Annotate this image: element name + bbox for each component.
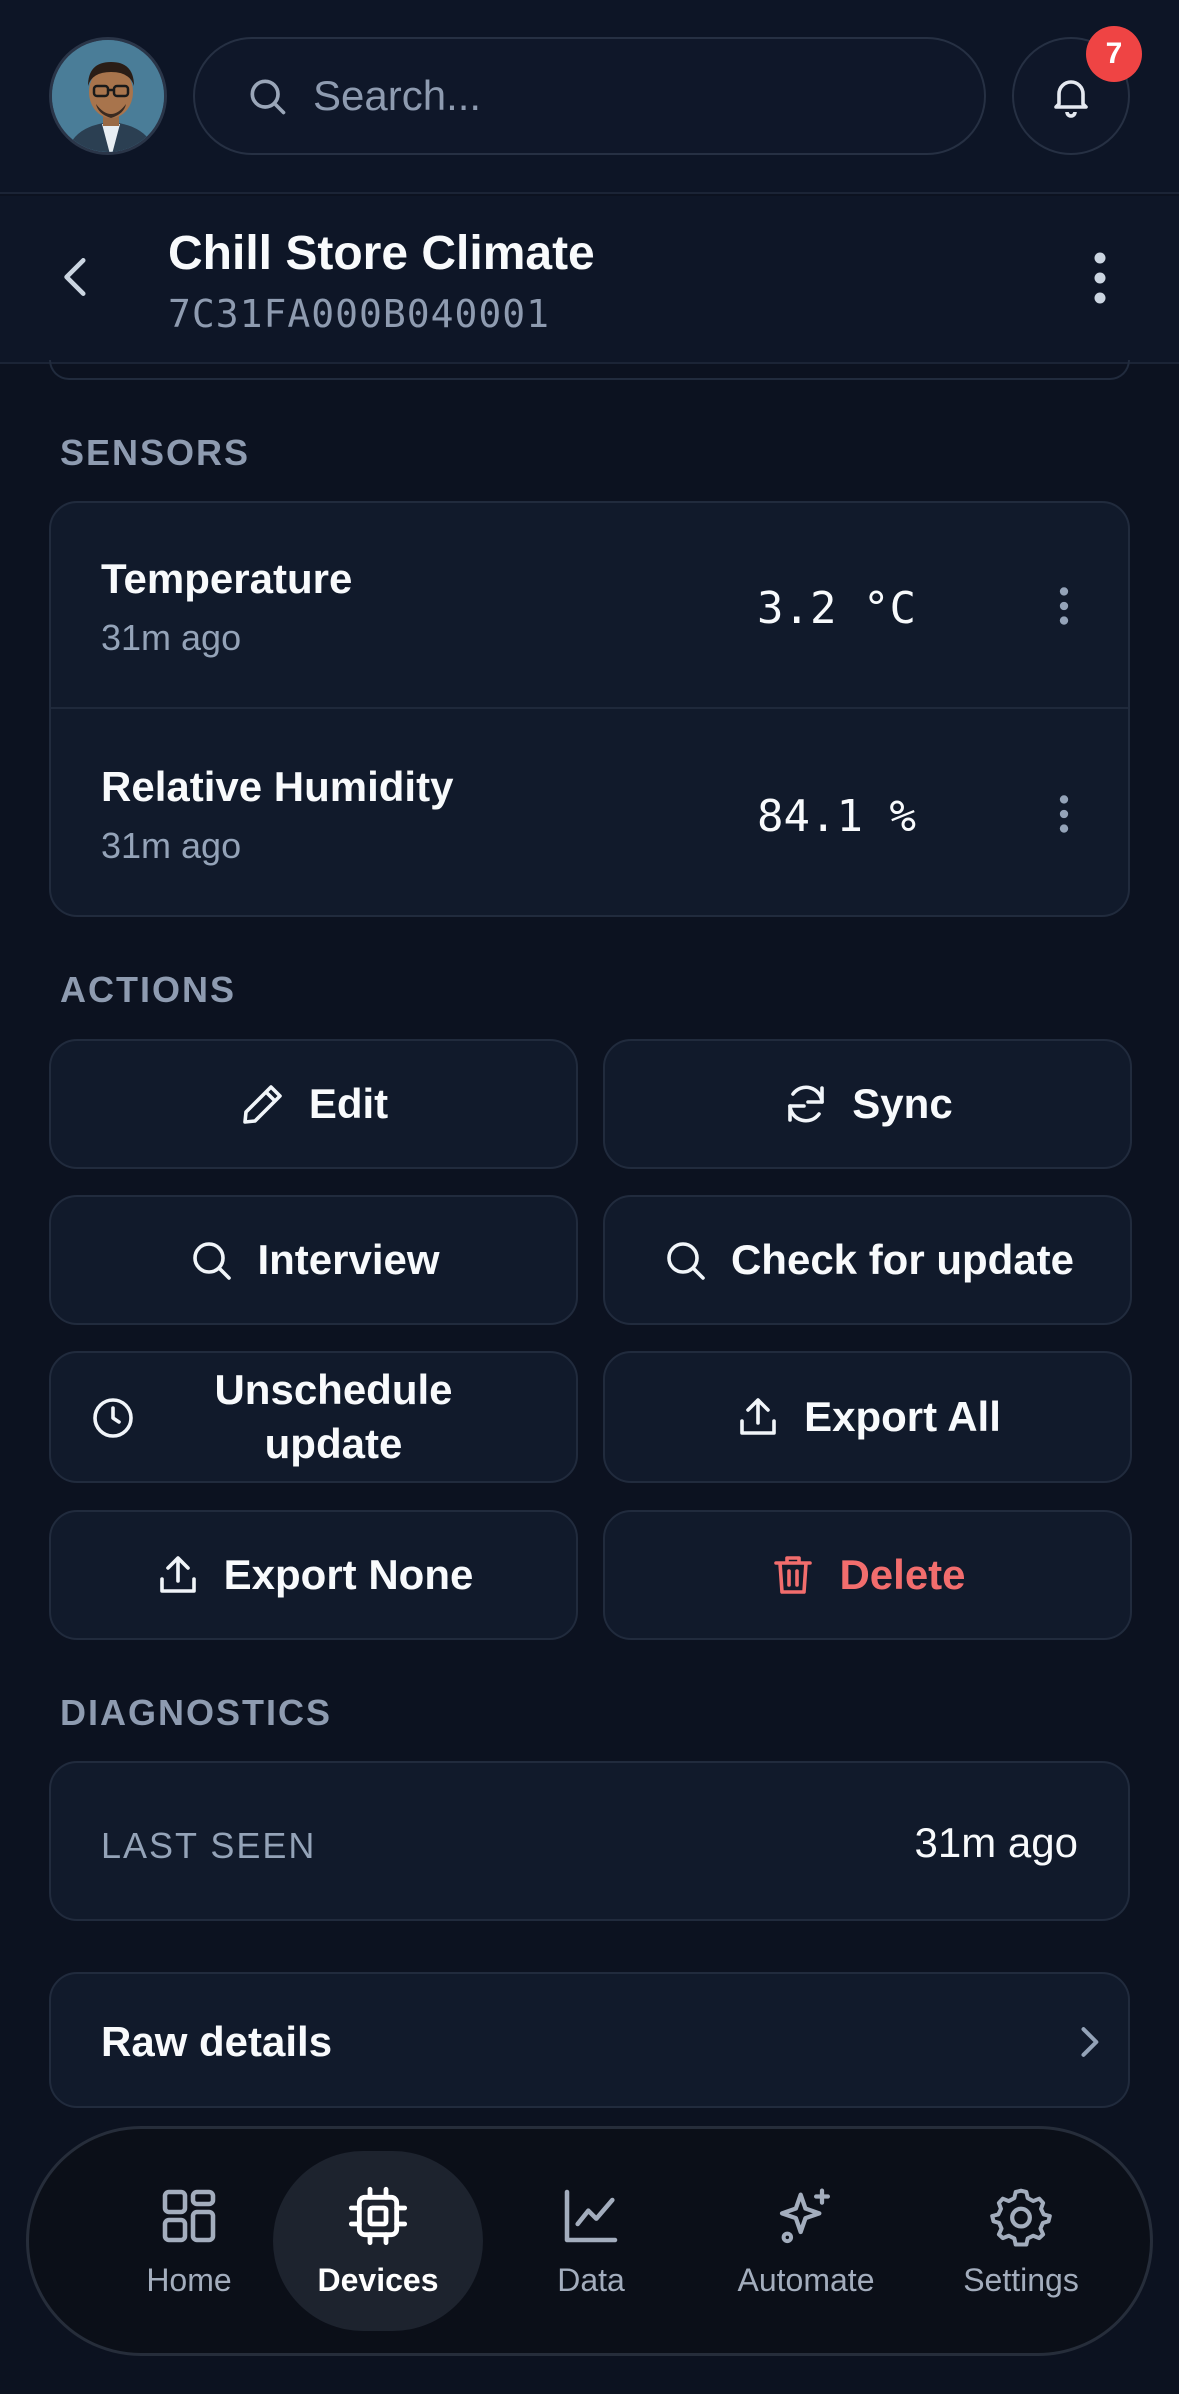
more-vertical-icon[interactable] — [1080, 248, 1120, 308]
sensor-row[interactable]: Relative Humidity 31m ago 84.1 % — [51, 711, 1128, 917]
upload-icon — [159, 1556, 196, 1593]
nav-label: Home — [146, 2261, 232, 2298]
trash-icon — [774, 1556, 813, 1594]
nav-automate[interactable]: Automate — [701, 2151, 911, 2331]
last-seen-label: LAST SEEN — [101, 1825, 317, 1866]
sensor-row[interactable]: Temperature 31m ago 3.2 °C — [51, 503, 1128, 709]
nav-label: Automate — [737, 2261, 875, 2298]
bell-icon — [1054, 80, 1088, 118]
edit-button[interactable]: Edit — [49, 1039, 578, 1169]
sensors-section-label: SENSORS — [60, 432, 251, 473]
actions-section-label: ACTIONS — [60, 969, 236, 1010]
search-icon — [250, 79, 286, 115]
pencil-icon — [243, 1085, 282, 1124]
sensor-name: Relative Humidity — [101, 763, 454, 810]
gear-icon — [990, 2188, 1052, 2247]
nav-data[interactable]: Data — [486, 2151, 696, 2331]
nav-settings[interactable]: Settings — [916, 2151, 1126, 2331]
scrolled-card-edge — [49, 360, 1130, 380]
top-bar: Search... 7 — [0, 0, 1179, 194]
sparkles-icon — [779, 2188, 830, 2243]
export-none-button[interactable]: Export None — [49, 1510, 578, 1640]
sensors-card: Temperature 31m ago 3.2 °C Relative Humi… — [49, 501, 1130, 917]
search-icon — [193, 1242, 232, 1280]
last-seen-value: 31m ago — [914, 1819, 1078, 1866]
sync-label: Sync — [852, 1080, 953, 1127]
more-vertical-icon[interactable] — [1046, 789, 1082, 839]
chip-icon — [348, 2186, 408, 2245]
refresh-icon — [788, 1085, 825, 1123]
unschedule-update-button[interactable]: Unschedule update — [49, 1351, 578, 1483]
check-update-button[interactable]: Check for update — [603, 1195, 1132, 1325]
sensor-timestamp: 31m ago — [101, 617, 242, 658]
unschedule-update-label: Unschedule update — [214, 1366, 453, 1467]
raw-details-row[interactable]: Raw details — [49, 1972, 1130, 2108]
nav-home[interactable]: Home — [84, 2151, 294, 2331]
bottom-navigation: Home Devices Data Automate Settings — [26, 2126, 1153, 2356]
search-input[interactable]: Search... — [193, 37, 986, 155]
notification-badge: 7 — [1086, 26, 1142, 82]
more-vertical-icon[interactable] — [1046, 581, 1082, 631]
page-title: Chill Store Climate — [168, 227, 595, 280]
export-none-label: Export None — [223, 1551, 474, 1598]
export-all-button[interactable]: Export All — [603, 1351, 1132, 1483]
check-update-label: Check for update — [730, 1236, 1075, 1283]
delete-button[interactable]: Delete — [603, 1510, 1132, 1640]
nav-devices[interactable]: Devices — [273, 2151, 483, 2331]
sync-button[interactable]: Sync — [603, 1039, 1132, 1169]
nav-label: Data — [557, 2261, 625, 2298]
upload-icon — [740, 1398, 776, 1435]
nav-label: Devices — [317, 2261, 439, 2298]
clock-icon — [93, 1398, 133, 1438]
sensor-value: 3.2 °C — [757, 583, 916, 634]
avatar-image — [52, 40, 164, 152]
chevron-right-icon — [1081, 2027, 1099, 2057]
sensor-name: Temperature — [101, 555, 353, 602]
chart-line-icon — [564, 2189, 618, 2242]
grid-icon — [162, 2189, 216, 2242]
delete-label: Delete — [839, 1551, 966, 1598]
interview-label: Interview — [257, 1236, 440, 1283]
avatar[interactable] — [49, 37, 167, 155]
diagnostics-section-label: DIAGNOSTICS — [60, 1692, 333, 1733]
last-seen-card: LAST SEEN 31m ago — [49, 1761, 1130, 1921]
nav-label: Settings — [963, 2261, 1079, 2298]
back-chevron-icon[interactable] — [52, 252, 102, 302]
sensor-value: 84.1 % — [757, 791, 916, 842]
edit-label: Edit — [308, 1080, 389, 1127]
search-placeholder: Search... — [313, 72, 482, 119]
raw-details-label: Raw details — [101, 2018, 333, 2065]
device-id: 7C31FA000B040001 — [168, 292, 551, 336]
device-header: Chill Store Climate 7C31FA000B040001 — [0, 196, 1179, 364]
interview-button[interactable]: Interview — [49, 1195, 578, 1325]
sensor-timestamp: 31m ago — [101, 825, 242, 866]
search-icon — [667, 1242, 705, 1280]
export-all-label: Export All — [804, 1393, 1001, 1440]
